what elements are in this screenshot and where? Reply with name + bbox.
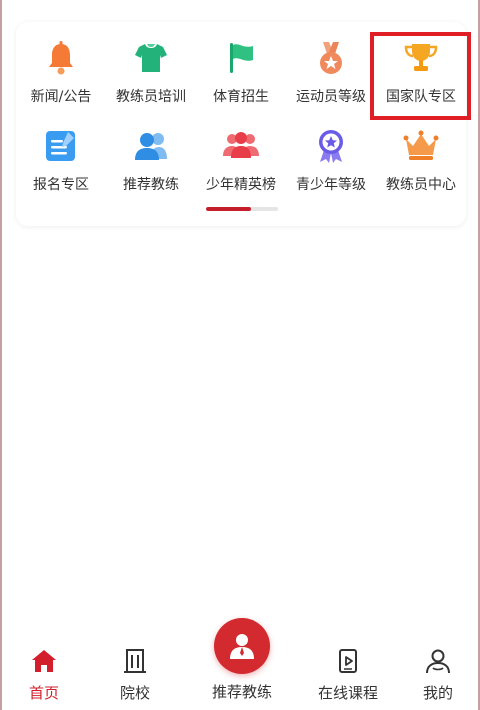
form-edit-icon	[41, 126, 81, 166]
app-screen: 新闻/公告 教练员培训 体育招生 运动员等级 国家队专区 报名专区 推荐教练 少…	[0, 0, 480, 710]
people-icon	[131, 126, 171, 166]
menu-item-national-team[interactable]: 国家队专区	[376, 36, 466, 116]
page-indicator	[206, 207, 278, 211]
menu-item-registration[interactable]: 报名专区	[16, 124, 106, 204]
menu-item-athlete-level[interactable]: 运动员等级	[286, 36, 376, 116]
menu-item-recommended-coach[interactable]: 推荐教练	[106, 124, 196, 204]
tab-label: 在线课程	[317, 684, 378, 702]
menu-item-youth-elite[interactable]: 少年精英榜	[196, 124, 286, 204]
video-icon	[333, 646, 363, 676]
menu-item-label: 推荐教练	[123, 177, 179, 193]
menu-item-label: 教练员培训	[116, 89, 186, 105]
group-icon	[221, 126, 261, 166]
menu-item-label: 体育招生	[213, 89, 269, 105]
menu-item-sports-enrollment[interactable]: 体育招生	[196, 36, 286, 116]
flag-icon	[221, 38, 261, 78]
page-indicator-fill	[206, 207, 251, 211]
coach-icon	[230, 634, 254, 659]
menu-item-label: 青少年等级	[296, 177, 366, 193]
tab-schools[interactable]: 院校	[95, 646, 175, 702]
menu-item-label: 国家队专区	[386, 89, 456, 105]
tab-label: 首页	[28, 684, 59, 702]
menu-item-label: 少年精英榜	[206, 177, 276, 193]
menu-item-coach-training[interactable]: 教练员培训	[106, 36, 196, 116]
menu-item-label: 报名专区	[33, 177, 89, 193]
function-grid: 新闻/公告 教练员培训 体育招生 运动员等级 国家队专区 报名专区 推荐教练 少…	[16, 36, 466, 204]
menu-item-label: 运动员等级	[296, 89, 366, 105]
tab-recommended-coach[interactable]	[214, 618, 270, 674]
tab-home[interactable]: 首页	[4, 646, 84, 702]
medal-icon	[311, 38, 351, 78]
tab-online-courses[interactable]: 在线课程	[308, 646, 388, 702]
menu-item-label: 教练员中心	[386, 177, 456, 193]
trophy-icon	[401, 38, 441, 78]
menu-item-news[interactable]: 新闻/公告	[16, 36, 106, 116]
home-icon	[29, 646, 59, 676]
tab-mine[interactable]: 我的	[398, 646, 478, 702]
menu-item-coach-center[interactable]: 教练员中心	[376, 124, 466, 204]
building-icon	[120, 646, 150, 676]
menu-item-youth-level[interactable]: 青少年等级	[286, 124, 376, 204]
star-badge-icon	[311, 126, 351, 166]
tab-label: 院校	[119, 684, 150, 702]
function-menu-card: 新闻/公告 教练员培训 体育招生 运动员等级 国家队专区 报名专区 推荐教练 少…	[16, 22, 466, 226]
tab-label: 我的	[422, 684, 453, 702]
bell-icon	[41, 38, 81, 78]
crown-icon	[401, 126, 441, 166]
menu-item-label: 新闻/公告	[30, 89, 92, 105]
shirt-icon	[131, 38, 171, 78]
tab-label-recommended-coach: 推荐教练	[211, 683, 272, 701]
user-icon	[423, 646, 453, 676]
